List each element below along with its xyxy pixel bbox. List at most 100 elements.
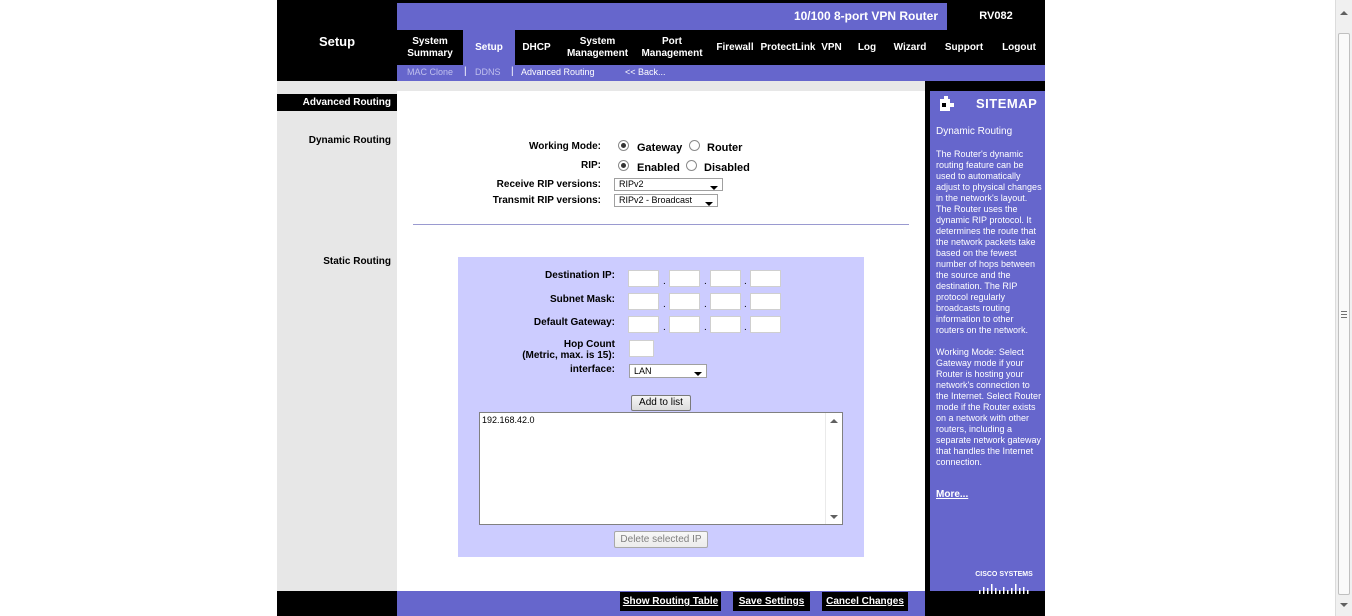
working-mode-label: Working Mode: xyxy=(528,141,601,152)
gateway-radio[interactable] xyxy=(618,140,629,151)
octet-separator: . xyxy=(744,322,747,333)
tab-system-management[interactable]: System Management xyxy=(560,30,635,65)
model-badge: RV082 xyxy=(947,3,1045,30)
tab-label-line1: Port xyxy=(662,35,682,47)
cisco-logo: CISCO SYSTEMS xyxy=(974,568,1034,598)
help-paragraph-1: The Router's dynamic routing feature can… xyxy=(936,149,1042,335)
cisco-logo-text: CISCO SYSTEMS xyxy=(975,571,1033,578)
help-heading: Dynamic Routing xyxy=(936,126,1013,137)
default-gateway-octet-2[interactable] xyxy=(669,316,700,333)
scroll-down-icon[interactable] xyxy=(1340,603,1348,607)
receive-rip-label: Receive RIP versions: xyxy=(496,179,601,190)
octet-separator: . xyxy=(704,276,707,287)
route-list-scrollbar[interactable] xyxy=(825,413,842,524)
destination-ip-octet-3[interactable] xyxy=(710,270,741,287)
subnav-separator: | xyxy=(464,66,467,77)
rip-disabled-radio[interactable] xyxy=(686,160,697,171)
chevron-down-icon xyxy=(694,372,702,376)
destination-ip-octet-4[interactable] xyxy=(750,270,781,287)
gateway-radio-label: Gateway xyxy=(637,142,683,154)
subnet-mask-octet-2[interactable] xyxy=(669,293,700,310)
subnav-advanced-routing[interactable]: Advanced Routing xyxy=(521,67,595,77)
add-to-list-button[interactable]: Add to list xyxy=(631,395,691,411)
transmit-rip-select[interactable]: RIPv2 - Broadcast xyxy=(614,194,718,207)
section-title: Setup xyxy=(318,34,356,49)
tab-port-management[interactable]: Port Management xyxy=(637,30,707,65)
tab-label-line2: Management xyxy=(641,47,703,59)
receive-rip-value: RIPv2 xyxy=(619,179,644,189)
static-routing-label: Static Routing xyxy=(323,256,391,267)
show-routing-table-button[interactable]: Show Routing Table xyxy=(620,592,721,611)
tab-label: Firewall xyxy=(716,41,754,53)
tab-protectlink[interactable]: ProtectLink xyxy=(759,30,817,65)
main-top-strip xyxy=(397,81,925,91)
subnav-ddns[interactable]: DDNS xyxy=(475,67,501,77)
tab-label: Wizard xyxy=(893,41,927,53)
receive-rip-select[interactable]: RIPv2 xyxy=(614,178,723,191)
save-settings-button[interactable]: Save Settings xyxy=(733,592,810,611)
left-column xyxy=(277,81,397,616)
octet-separator: . xyxy=(744,276,747,287)
hop-count-label: Hop Count (Metric, max. is 15): xyxy=(480,339,615,361)
tab-label: VPN xyxy=(821,41,842,53)
hop-count-label-line2: (Metric, max. is 15): xyxy=(522,350,615,361)
tab-label-line2: Summary xyxy=(407,47,453,59)
cancel-changes-button[interactable]: Cancel Changes xyxy=(822,592,908,611)
rip-enabled-radio[interactable] xyxy=(618,160,629,171)
router-radio[interactable] xyxy=(689,140,700,151)
octet-separator: . xyxy=(704,299,707,310)
list-item[interactable]: 192.168.42.0 xyxy=(482,415,535,425)
section-divider xyxy=(413,224,909,225)
transmit-rip-label: Transmit RIP versions: xyxy=(492,195,601,206)
default-gateway-octet-4[interactable] xyxy=(750,316,781,333)
footer-left-block xyxy=(277,591,397,616)
tab-vpn[interactable]: VPN xyxy=(819,30,844,65)
page-heading: Advanced Routing xyxy=(277,94,397,111)
hop-count-input[interactable] xyxy=(629,340,654,357)
scrollbar-grip-icon xyxy=(1341,311,1347,320)
tab-setup[interactable]: Setup xyxy=(463,30,515,65)
product-name: 10/100 8-port VPN Router xyxy=(793,9,938,23)
subnet-mask-octet-3[interactable] xyxy=(710,293,741,310)
subnet-mask-octet-1[interactable] xyxy=(628,293,659,310)
more-link[interactable]: More... xyxy=(936,489,968,500)
delete-selected-ip-button[interactable]: Delete selected IP xyxy=(614,531,708,548)
rip-disabled-label: Disabled xyxy=(704,162,750,174)
subnav-mac-clone[interactable]: MAC Clone xyxy=(407,67,453,77)
subnet-mask-octet-4[interactable] xyxy=(750,293,781,310)
tab-label: ProtectLink xyxy=(760,41,816,53)
router-radio-label: Router xyxy=(707,142,743,154)
destination-ip-octet-2[interactable] xyxy=(669,270,700,287)
tab-label-line1: System xyxy=(579,35,616,47)
tab-firewall[interactable]: Firewall xyxy=(713,30,757,65)
interface-select[interactable]: LAN xyxy=(629,364,707,378)
tab-support[interactable]: Support xyxy=(941,30,987,65)
rip-enabled-label: Enabled xyxy=(637,162,680,174)
destination-ip-octet-1[interactable] xyxy=(628,270,659,287)
tab-dhcp[interactable]: DHCP xyxy=(515,30,558,65)
rip-label: RIP: xyxy=(581,160,601,171)
tab-wizard[interactable]: Wizard xyxy=(890,30,930,65)
octet-separator: . xyxy=(663,276,666,287)
octet-separator: . xyxy=(663,322,666,333)
transmit-rip-value: RIPv2 - Broadcast xyxy=(619,195,693,205)
chevron-down-icon xyxy=(705,202,713,206)
tab-label: Log xyxy=(857,41,877,53)
default-gateway-octet-3[interactable] xyxy=(710,316,741,333)
tab-label: DHCP xyxy=(522,41,551,53)
tab-system-summary[interactable]: System Summary xyxy=(397,30,463,65)
scroll-up-icon[interactable] xyxy=(830,419,838,423)
default-gateway-label: Default Gateway: xyxy=(533,317,615,328)
scroll-up-icon[interactable] xyxy=(1340,11,1348,15)
subnav-back[interactable]: << Back... xyxy=(625,67,666,77)
tab-label: Logout xyxy=(1002,41,1036,53)
tab-log[interactable]: Log xyxy=(852,30,882,65)
tab-logout[interactable]: Logout xyxy=(998,30,1040,65)
hop-count-label-line1: Hop Count xyxy=(563,339,615,350)
octet-separator: . xyxy=(663,299,666,310)
default-gateway-octet-1[interactable] xyxy=(628,316,659,333)
chevron-down-icon xyxy=(710,186,718,190)
sitemap-puzzle-icon xyxy=(938,95,962,113)
route-list[interactable] xyxy=(479,412,843,525)
scroll-down-icon[interactable] xyxy=(830,515,838,519)
